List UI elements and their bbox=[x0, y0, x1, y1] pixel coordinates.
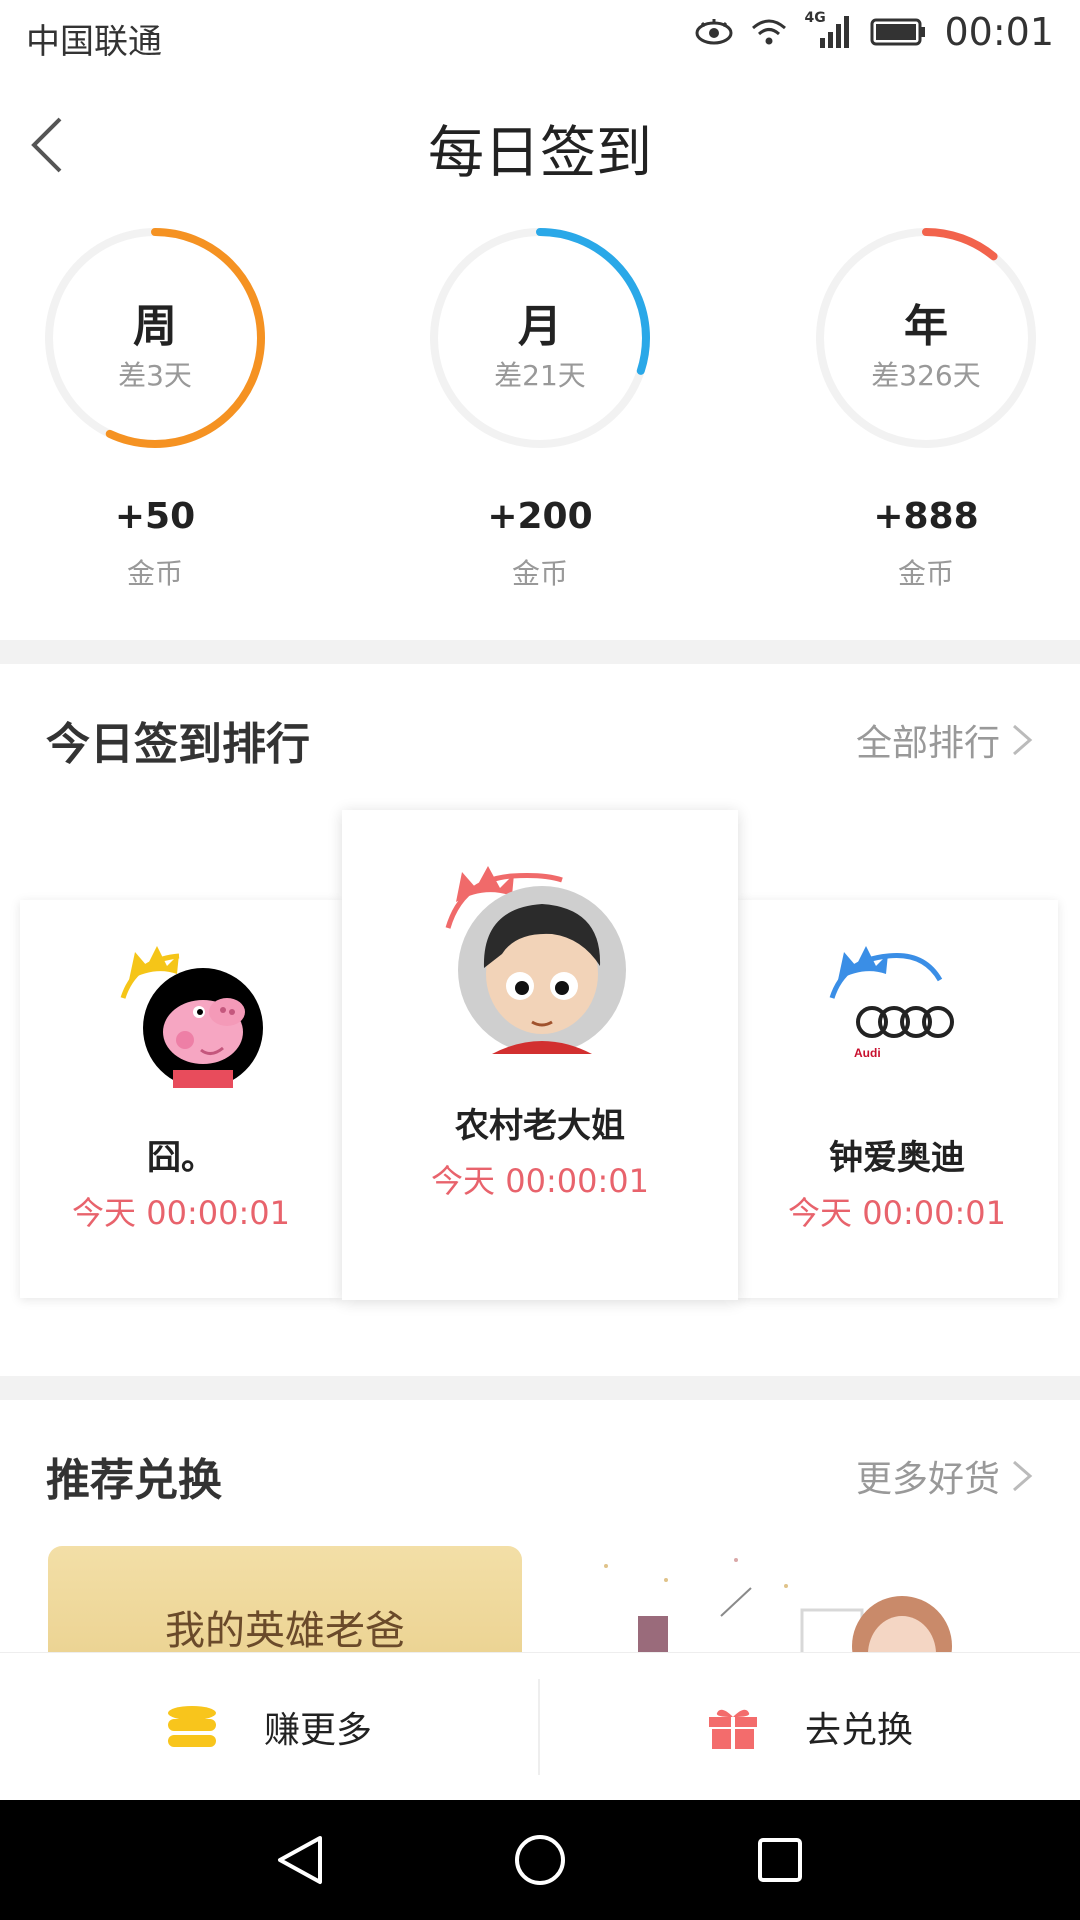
clock: 00:01 bbox=[944, 10, 1054, 54]
rank-3-name: 钟爱奥迪 bbox=[829, 1138, 965, 1178]
exchange-item-book[interactable]: 我的英雄老爸 bbox=[48, 1546, 522, 1652]
section-divider bbox=[0, 640, 1080, 664]
ranking-title: 今日签到排行 bbox=[46, 719, 310, 770]
redeem-button[interactable]: 去兑换 bbox=[540, 1653, 1080, 1801]
week-unit: 金币 bbox=[126, 557, 183, 590]
page-title: 每日签到 bbox=[428, 121, 652, 186]
all-ranking-link[interactable]: 全部排行 bbox=[856, 714, 1034, 766]
nav-home-icon[interactable] bbox=[512, 1832, 568, 1888]
avatar-boy bbox=[445, 866, 626, 1054]
wifi-icon bbox=[752, 19, 787, 45]
coins-icon bbox=[167, 1706, 216, 1747]
month-points: +200 bbox=[487, 496, 593, 537]
week-label: 周 bbox=[133, 301, 177, 352]
rank-1-name: 农村老大姐 bbox=[455, 1106, 625, 1146]
status-icons: 4G 00:01 bbox=[694, 10, 1054, 54]
exchange-title: 推荐兑换 bbox=[46, 1455, 222, 1506]
bottom-action-bar: 赚更多 去兑换 bbox=[0, 1652, 1080, 1801]
avatar-peppa bbox=[120, 946, 263, 1088]
nav-back-icon[interactable] bbox=[272, 1832, 328, 1888]
year-points: +888 bbox=[873, 496, 979, 537]
battery-icon bbox=[870, 18, 926, 46]
more-goods-link[interactable]: 更多好货 bbox=[856, 1450, 1034, 1502]
status-bar: 中国联通 4G 00:01 bbox=[0, 0, 1080, 75]
eye-icon bbox=[695, 19, 733, 45]
all-ranking-label: 全部排行 bbox=[855, 723, 1000, 764]
month-label: 月 bbox=[518, 301, 562, 352]
gift-icon bbox=[708, 1709, 757, 1749]
year-unit: 金币 bbox=[897, 557, 954, 590]
exchange-item-2[interactable] bbox=[576, 1546, 1032, 1652]
section-divider bbox=[0, 1376, 1080, 1400]
redeem-label: 去兑换 bbox=[804, 1710, 913, 1751]
more-goods-label: 更多好货 bbox=[855, 1459, 1000, 1500]
system-nav-bar bbox=[0, 1800, 1080, 1920]
month-unit: 金币 bbox=[511, 557, 568, 590]
audi-logo-text: Audi bbox=[854, 1046, 881, 1060]
rank-2-time: 今天 00:00:01 bbox=[72, 1194, 290, 1232]
book-title-text: 我的英雄老爸 bbox=[165, 1608, 405, 1652]
nav-recents-icon[interactable] bbox=[752, 1832, 808, 1888]
year-remaining: 差326天 bbox=[871, 359, 981, 392]
week-remaining: 差3天 bbox=[118, 359, 192, 392]
rank-2-name: 囧。 bbox=[147, 1138, 215, 1178]
year-label: 年 bbox=[904, 301, 948, 352]
earn-more-label: 赚更多 bbox=[263, 1710, 372, 1751]
exchange-item-image bbox=[604, 1558, 952, 1652]
carrier-name: 中国联通 bbox=[26, 22, 162, 62]
rank-3-time: 今天 00:00:01 bbox=[788, 1194, 1006, 1232]
rank-card-2[interactable]: 囧。 今天 00:00:01 bbox=[20, 900, 342, 1298]
earn-more-button[interactable]: 赚更多 bbox=[0, 1653, 538, 1801]
chevron-right-icon bbox=[1013, 724, 1033, 756]
avatar-audi: Audi bbox=[829, 946, 954, 1060]
week-points: +50 bbox=[114, 496, 196, 537]
month-remaining: 差21天 bbox=[494, 359, 586, 392]
rank-card-3[interactable]: Audi 钟爱奥迪 今天 00:00:01 bbox=[736, 900, 1058, 1298]
chevron-right-icon bbox=[1013, 1460, 1033, 1492]
rank-card-1[interactable]: 农村老大姐 今天 00:00:01 bbox=[342, 810, 738, 1300]
rank-1-time: 今天 00:00:01 bbox=[431, 1162, 649, 1200]
signal-icon: 4G bbox=[804, 10, 854, 50]
